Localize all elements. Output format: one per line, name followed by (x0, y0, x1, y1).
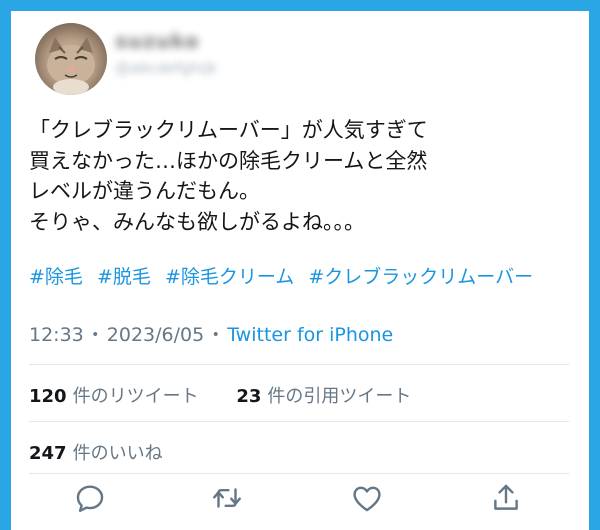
user-info: suzuko @abcdefghijk (115, 29, 217, 77)
reply-button[interactable] (73, 481, 107, 515)
tweet-text: 「クレブラックリムーバー」が人気すぎて 買えなかった…ほかの除毛クリームと全然 … (29, 115, 579, 237)
tweet-time[interactable]: 12:33 (29, 324, 84, 346)
tweet-meta: 12:33 ・ 2023/6/05 ・ Twitter for iPhone (29, 320, 393, 347)
quotes-stat[interactable]: 23 件の引用ツイート (236, 382, 411, 408)
tweet-date[interactable]: 2023/6/05 (107, 324, 204, 346)
divider (29, 421, 569, 422)
retweet-stats: 120 件のリツイート 23 件の引用ツイート (29, 382, 443, 408)
retweets-label: 件のリツイート (72, 386, 199, 407)
hashtag-link[interactable]: #除毛 (29, 266, 83, 288)
retweets-count: 120 (29, 386, 67, 407)
tweet-source-link[interactable]: Twitter for iPhone (227, 324, 393, 346)
reply-icon (76, 485, 104, 512)
tweet-line: レベルが違うんだもん。 (29, 179, 260, 203)
action-bar (11, 479, 589, 519)
share-button[interactable] (489, 481, 523, 515)
meta-separator: ・ (85, 324, 105, 346)
share-icon (494, 484, 518, 510)
like-icon (353, 486, 381, 512)
divider (29, 473, 569, 474)
tweet-line: 「クレブラックリムーバー」が人気すぎて (29, 118, 428, 142)
hashtag-list: #除毛 #脱毛 #除毛クリーム #クレブラックリムーバー (29, 262, 589, 289)
cat-photo-icon (47, 37, 95, 95)
hashtag-link[interactable]: #クレブラックリムーバー (308, 266, 533, 288)
quotes-count: 23 (236, 386, 262, 407)
hashtag-link[interactable]: #除毛クリーム (165, 266, 294, 288)
retweets-stat[interactable]: 120 件のリツイート (29, 382, 199, 408)
likes-label: 件のいいね (72, 443, 163, 464)
hashtag-link[interactable]: #脱毛 (97, 266, 151, 288)
divider (29, 364, 569, 365)
retweet-icon (213, 488, 241, 508)
like-button[interactable] (350, 481, 384, 515)
display-name[interactable]: suzuko (115, 29, 217, 53)
retweet-button[interactable] (210, 481, 244, 515)
user-handle[interactable]: @abcdefghijk (115, 59, 217, 77)
tweet-line: 買えなかった…ほかの除毛クリームと全然 (29, 148, 428, 173)
like-stats: 247 件のいいね (29, 439, 195, 465)
tweet-line: そりゃ、みんなも欲しがるよね。。。 (29, 209, 365, 234)
avatar[interactable] (35, 23, 107, 95)
tweet-card: suzuko @abcdefghijk 「クレブラックリムーバー」が人気すぎて … (11, 11, 589, 530)
quotes-label: 件の引用ツイート (267, 386, 412, 407)
meta-separator: ・ (206, 324, 226, 346)
frame-border: suzuko @abcdefghijk 「クレブラックリムーバー」が人気すぎて … (0, 0, 600, 530)
likes-stat[interactable]: 247 件のいいね (29, 439, 163, 465)
likes-count: 247 (29, 443, 67, 464)
